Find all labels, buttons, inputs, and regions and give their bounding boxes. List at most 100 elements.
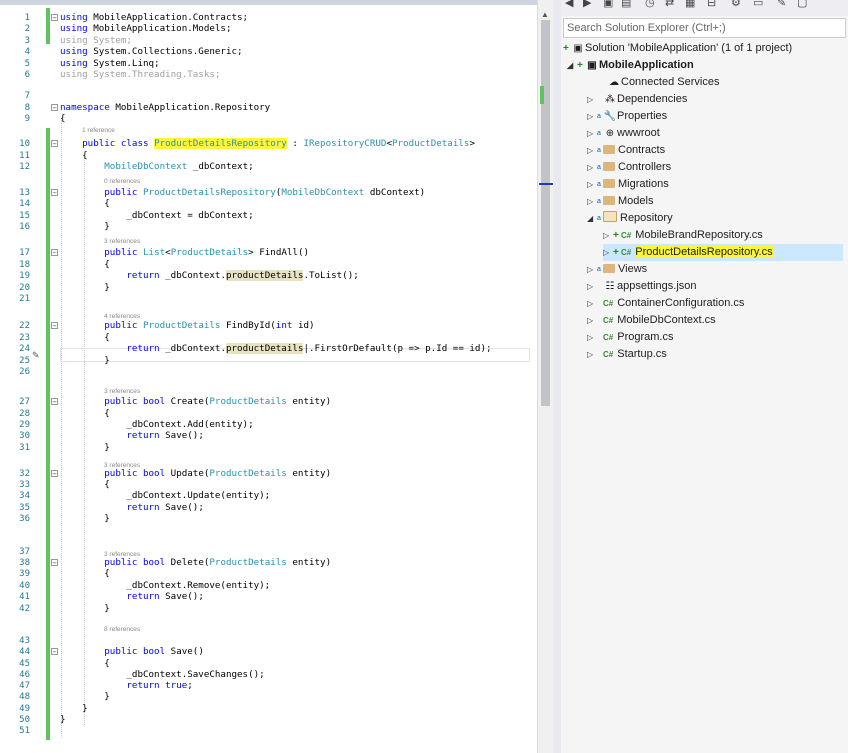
- codelens-references[interactable]: 8 references: [104, 626, 140, 635]
- tree-node-connected-services[interactable]: ☁ Connected Services: [607, 74, 719, 91]
- node-label: MobileDbContext.cs: [617, 314, 716, 326]
- json-file-icon: ☷: [605, 281, 615, 292]
- view-icon[interactable]: ▢: [797, 0, 807, 9]
- collapse-region-icon[interactable]: −: [51, 140, 58, 148]
- code-line[interactable]: 44 − public bool Save(): [0, 646, 537, 658]
- settings-icon[interactable]: ⚙: [731, 0, 741, 9]
- sync-icon[interactable]: ⇄: [665, 0, 674, 9]
- code-text: return _dbContext.productDetails.ToList(…: [126, 270, 359, 281]
- codelens-references[interactable]: 3 references: [104, 551, 140, 560]
- tree-node-containerconfiguration[interactable]: ▷ C# ContainerConfiguration.cs: [587, 295, 744, 312]
- code-line[interactable]: 7: [0, 90, 537, 102]
- tree-node-startup[interactable]: ▷ C# Startup.cs: [587, 346, 667, 363]
- code-line[interactable]: 30 return Save();: [0, 430, 537, 442]
- collapsed-icon: ▷: [587, 265, 594, 274]
- node-label: ContainerConfiguration.cs: [617, 297, 745, 309]
- code-text: }: [60, 221, 110, 232]
- collapsed-icon: ▷: [587, 146, 594, 155]
- forward-icon[interactable]: ▶: [583, 0, 591, 9]
- tree-node-wwwroot[interactable]: ▷ a ⊕ wwwroot: [587, 125, 660, 142]
- node-label: MobileBrandRepository.cs: [635, 229, 763, 241]
- solution-icon: ▣: [573, 43, 583, 54]
- back-icon[interactable]: ◀: [565, 0, 573, 9]
- code-line[interactable]: 16 }: [0, 221, 537, 233]
- tree-node-mobiledbcontext[interactable]: ▷ C# MobileDbContext.cs: [587, 312, 716, 329]
- tree-node-views[interactable]: ▷ a Views: [587, 261, 647, 278]
- code-line[interactable]: 21: [0, 293, 537, 305]
- folder-icon: [603, 162, 615, 171]
- tree-node-program[interactable]: ▷ C# Program.cs: [587, 329, 673, 346]
- code-line[interactable]: 48 }: [0, 691, 537, 703]
- code-text: public bool Create(ProductDetails entity…: [104, 396, 332, 407]
- line-number: 10: [19, 139, 30, 149]
- code-line[interactable]: 22 − public ProductDetails FindById(int i…: [0, 320, 537, 332]
- switch-views-icon[interactable]: ▤: [621, 0, 631, 9]
- add-icon: +: [613, 247, 619, 258]
- tree-node-contracts[interactable]: ▷ a Contracts: [587, 142, 665, 159]
- code-line[interactable]: 31 }: [0, 442, 537, 454]
- collapse-region-icon[interactable]: −: [51, 470, 58, 478]
- code-line[interactable]: 2 using MobileApplication.Models;: [0, 23, 537, 35]
- code-line[interactable]: 9{: [0, 113, 537, 125]
- collapse-all-icon[interactable]: ⊟: [707, 0, 716, 9]
- tree-node-properties[interactable]: ▷ a 🔧Properties: [587, 108, 667, 125]
- history-icon[interactable]: ◷: [645, 0, 655, 9]
- pin-icon[interactable]: ✎: [777, 0, 786, 9]
- collapse-region-icon[interactable]: −: [51, 104, 58, 112]
- codelens-references[interactable]: 4 references: [104, 313, 140, 322]
- code-line[interactable]: 39 {: [0, 568, 537, 580]
- tree-node-controllers[interactable]: ▷ a Controllers: [587, 159, 671, 176]
- solution-search-input[interactable]: Search Solution Explorer (Ctrl+;): [563, 18, 846, 38]
- pending-changes-icon[interactable]: ▦: [685, 0, 695, 9]
- tree-node-appsettings[interactable]: ▷ ☷ appsettings.json: [587, 278, 697, 295]
- tree-node-dependencies[interactable]: ▷ ⁂ Dependencies: [587, 91, 687, 108]
- code-line[interactable]: 24 return _dbContext.productDetails|.Fir…: [0, 343, 537, 355]
- tree-node-mobilebrandrepository[interactable]: ▷ + C# MobileBrandRepository.cs: [603, 227, 763, 244]
- codelens-references[interactable]: 3 references: [104, 238, 140, 247]
- code-line[interactable]: 19 return _dbContext.productDetails.ToLi…: [0, 270, 537, 282]
- home-icon[interactable]: ▣: [603, 0, 613, 9]
- tree-node-models[interactable]: ▷ a Models: [587, 193, 653, 210]
- code-line[interactable]: 51: [0, 725, 537, 737]
- codelens-references[interactable]: 3 references: [104, 388, 140, 397]
- line-number: 51: [19, 726, 30, 736]
- code-line[interactable]: 27 − public bool Create(ProductDetails en…: [0, 396, 537, 408]
- code-line[interactable]: 12 MobileDbContext _dbContext;: [0, 161, 537, 173]
- code-line[interactable]: 17 − public List<ProductDetails> FindAll(…: [0, 247, 537, 259]
- collapse-region-icon[interactable]: −: [51, 648, 58, 656]
- code-editor[interactable]: ✎ 1− using MobileApplication.Contracts; 2 u…: [0, 0, 537, 753]
- scroll-thumb[interactable]: [541, 20, 550, 406]
- codelens-references[interactable]: 0 references: [104, 178, 140, 187]
- collapse-region-icon[interactable]: −: [51, 249, 58, 257]
- code-line[interactable]: 26: [0, 366, 537, 378]
- tree-node-project[interactable]: ◢ + ▣ MobileApplication: [567, 57, 694, 74]
- code-line[interactable]: 36 }: [0, 513, 537, 525]
- connected-services-icon: ☁: [609, 77, 619, 88]
- overview-change-mark: [540, 86, 544, 104]
- preview-icon[interactable]: ▭: [753, 0, 763, 9]
- tree-node-solution[interactable]: + ▣ Solution 'MobileApplication' (1 of 1 p…: [563, 40, 792, 57]
- code-line[interactable]: 10 − public class ProductDetailsRepositor…: [0, 138, 537, 150]
- tree-node-repository[interactable]: ◢ a Repository: [587, 210, 673, 227]
- code-line[interactable]: 4 using System.Collections.Generic;: [0, 46, 537, 58]
- scroll-up-icon[interactable]: ▲: [541, 10, 549, 19]
- codelens-references[interactable]: 3 references: [104, 462, 140, 471]
- node-label: Dependencies: [617, 93, 688, 105]
- tree-node-migrations[interactable]: ▷ a Migrations: [587, 176, 669, 193]
- code-line[interactable]: 34 _dbContext.Update(entity);: [0, 490, 537, 502]
- code-line[interactable]: 41 return Save();: [0, 591, 537, 603]
- codelens-references[interactable]: 1 reference: [82, 127, 115, 136]
- pane-splitter[interactable]: [553, 0, 561, 753]
- collapse-region-icon[interactable]: −: [51, 322, 58, 330]
- collapse-region-icon[interactable]: −: [51, 398, 58, 406]
- line-number: 26: [19, 367, 30, 377]
- collapse-region-icon[interactable]: −: [51, 189, 58, 197]
- collapse-region-icon[interactable]: −: [51, 14, 58, 22]
- tree-node-productdetailsrepository[interactable]: ▷ + C# ProductDetailsRepository.cs: [603, 244, 843, 261]
- vertical-scrollbar[interactable]: ▲: [537, 0, 553, 753]
- code-line[interactable]: 6 using System.Threading.Tasks;: [0, 69, 537, 81]
- line-number: 48: [19, 692, 30, 702]
- code-line[interactable]: 14 {: [0, 198, 537, 210]
- collapse-region-icon[interactable]: −: [51, 559, 58, 567]
- code-line[interactable]: 42 }: [0, 603, 537, 615]
